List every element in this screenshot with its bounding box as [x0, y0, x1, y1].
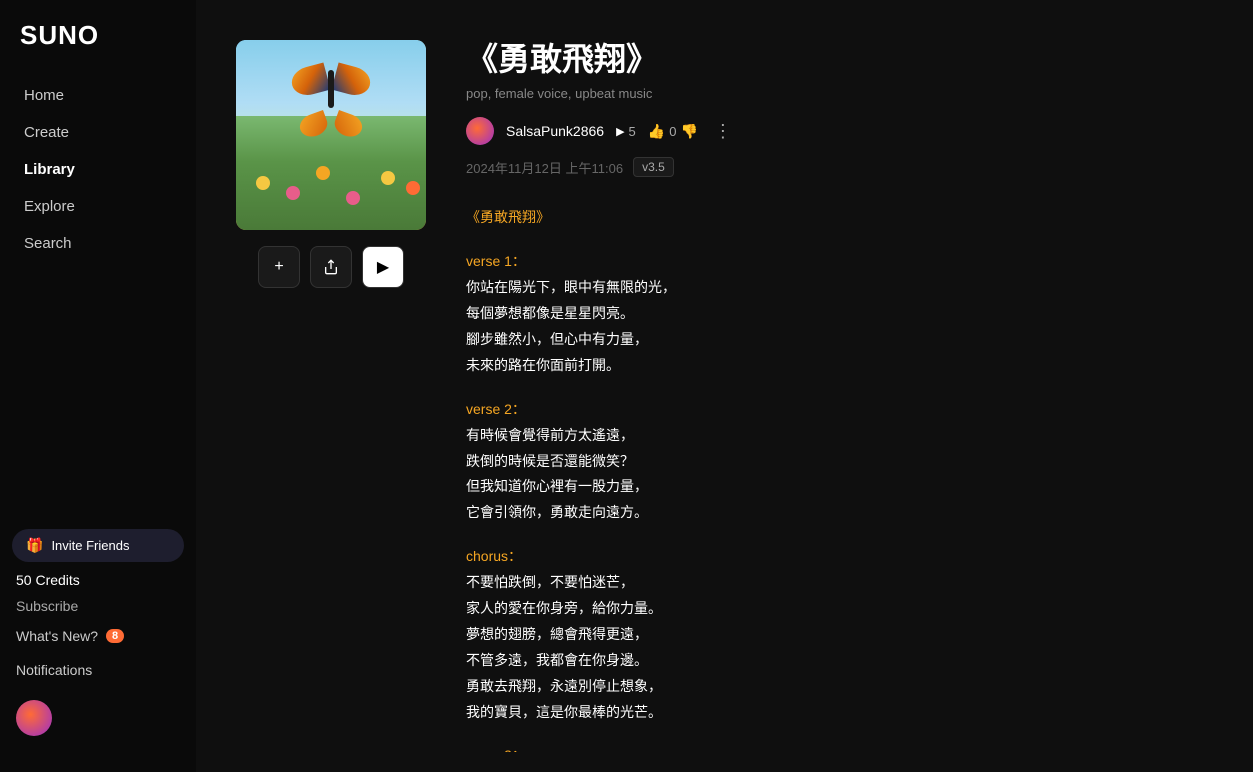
like-row: 👍 0 👎	[648, 123, 698, 140]
controls-row: + ▶	[258, 246, 404, 288]
logo: SUNO	[0, 20, 196, 79]
verse2-line-4: 它會引領你，勇敢走向遠方。	[466, 500, 1203, 526]
sidebar-nav: Home Create Library Explore Search	[0, 79, 196, 513]
whats-new-label: What's New?	[16, 628, 98, 644]
sidebar-item-create[interactable]: Create	[12, 116, 184, 149]
play-button[interactable]: ▶	[362, 246, 404, 288]
verse2-line-3: 但我知道你心裡有一股力量，	[466, 474, 1203, 500]
whats-new-badge: 8	[106, 629, 124, 643]
chorus-line-2: 家人的愛在你身旁，給你力量。	[466, 596, 1203, 622]
chorus-line-1: 不要怕跌倒，不要怕迷芒，	[466, 570, 1203, 596]
like-button[interactable]: 👍	[648, 123, 665, 140]
add-button[interactable]: +	[258, 246, 300, 288]
butterfly-illustration	[291, 62, 371, 132]
chorus-line-4: 不管多遠，我都會在你身邊。	[466, 648, 1203, 674]
gift-icon: 🎁	[26, 537, 43, 554]
lyrics-spacer-3	[466, 526, 1203, 536]
verse2-line-2: 跌倒的時候是否還能微笑？	[466, 449, 1203, 475]
flower-2	[286, 186, 300, 200]
share-button[interactable]	[310, 246, 352, 288]
notifications-link[interactable]: Notifications	[12, 658, 184, 682]
album-art-inner	[236, 40, 426, 230]
sidebar-item-home[interactable]: Home	[12, 79, 184, 112]
sidebar-bottom: 🎁 Invite Friends 50 Credits Subscribe Wh…	[0, 513, 196, 752]
verse1-line-4: 未來的路在你面前打開。	[466, 353, 1203, 379]
wing-right-top	[331, 62, 373, 98]
verse3-label: verse 3：	[466, 743, 1203, 752]
verse2-line-1: 有時候會覺得前方太遙遠，	[466, 423, 1203, 449]
butterfly-body	[328, 70, 334, 108]
song-meta-row: SalsaPunk2866 ▶ 5 👍 0 👎 ⋮	[466, 117, 1203, 145]
user-avatar[interactable]	[16, 700, 52, 736]
invite-friends-button[interactable]: 🎁 Invite Friends	[12, 529, 184, 562]
flower-1	[256, 176, 270, 190]
sidebar-item-search[interactable]: Search	[12, 227, 184, 260]
song-user-avatar[interactable]	[466, 117, 494, 145]
more-options-button[interactable]: ⋮	[710, 121, 736, 142]
lyrics-spacer-4	[466, 725, 1203, 735]
lyrics-container: 《勇敢飛翔》 verse 1： 你站在陽光下，眼中有無限的光， 每個夢想都像是星…	[466, 197, 1203, 752]
verse1-line-1: 你站在陽光下，眼中有無限的光，	[466, 275, 1203, 301]
chorus-line-6: 我的寶貝，這是你最棒的光芒。	[466, 700, 1203, 726]
share-icon	[323, 259, 339, 275]
flower-4	[346, 191, 360, 205]
song-date: 2024年11月12日 上午11:06	[466, 158, 623, 177]
sidebar: SUNO Home Create Library Explore Search …	[0, 0, 196, 772]
dislike-button[interactable]: 👎	[680, 123, 697, 140]
version-badge: v3.5	[633, 157, 674, 177]
sidebar-item-explore[interactable]: Explore	[12, 190, 184, 223]
chorus-label: chorus：	[466, 544, 1203, 570]
main-content: + ▶ 《勇敢飛翔》 pop, female voice, upbeat mus…	[196, 0, 1253, 772]
wing-left-top	[289, 62, 331, 98]
subscribe-link[interactable]: Subscribe	[12, 598, 184, 614]
chorus-line-5: 勇敢去飛翔，永遠別停止想象，	[466, 674, 1203, 700]
right-panel: 《勇敢飛翔》 pop, female voice, upbeat music S…	[466, 40, 1213, 752]
sidebar-item-library[interactable]: Library	[12, 153, 184, 186]
song-username[interactable]: SalsaPunk2866	[506, 123, 604, 139]
play-count: 5	[629, 124, 636, 139]
credits-display: 50 Credits	[12, 572, 184, 588]
left-panel: + ▶	[236, 40, 426, 752]
verse1-line-3: 腳步雖然小，但心中有力量，	[466, 327, 1203, 353]
chorus-line-3: 夢想的翅膀，總會飛得更遠，	[466, 622, 1203, 648]
flower-3	[316, 166, 330, 180]
lyrics-main-title: 《勇敢飛翔》	[466, 205, 1203, 231]
lyrics-spacer-2	[466, 379, 1203, 389]
play-icon: ▶	[616, 125, 624, 138]
album-art	[236, 40, 426, 230]
song-title: 《勇敢飛翔》	[466, 40, 1203, 78]
verse2-label: verse 2：	[466, 397, 1203, 423]
like-count: 0	[669, 124, 676, 139]
field-layer	[236, 116, 426, 230]
date-row: 2024年11月12日 上午11:06 v3.5	[466, 157, 1203, 177]
whats-new-row[interactable]: What's New? 8	[12, 624, 184, 648]
verse1-line-2: 每個夢想都像是星星閃亮。	[466, 301, 1203, 327]
flower-5	[381, 171, 395, 185]
invite-friends-label: Invite Friends	[51, 538, 129, 553]
lyrics-spacer-1	[466, 231, 1203, 241]
song-tags: pop, female voice, upbeat music	[466, 86, 1203, 101]
verse1-label: verse 1：	[466, 249, 1203, 275]
flower-6	[406, 181, 420, 195]
play-count-row: ▶ 5	[616, 124, 636, 139]
